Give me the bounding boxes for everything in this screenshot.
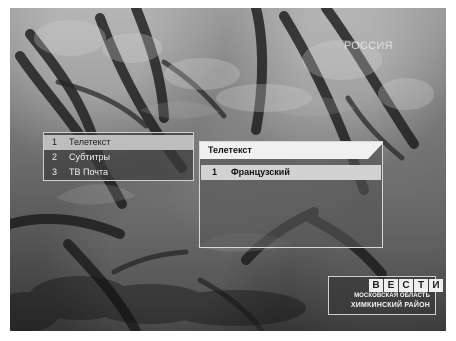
panel-title: Телетекст xyxy=(200,142,368,159)
brand-letter: В xyxy=(369,279,383,292)
teletext-language-panel: Телетекст 1 Французский xyxy=(199,141,383,248)
menu-item-number: 1 xyxy=(52,137,58,147)
brand-letter: Е xyxy=(384,279,398,292)
language-option-number: 1 xyxy=(212,167,218,177)
menu-item-label: Телетекст xyxy=(69,137,111,147)
brand-letter: И xyxy=(429,279,443,292)
menu-item-subtitles[interactable]: 2 Субтитры xyxy=(44,150,193,165)
region-label: МОСКОВСКАЯ ОБЛАСТЬ xyxy=(354,293,430,299)
panel-title-tail xyxy=(368,142,382,159)
video-frame: РОССИЯ 1 Телетекст 2 Субтитры 3 ТВ Почта… xyxy=(10,8,446,331)
tv-screen: РОССИЯ 1 Телетекст 2 Субтитры 3 ТВ Почта… xyxy=(0,0,456,341)
menu-item-teletext[interactable]: 1 Телетекст xyxy=(44,135,193,150)
channel-brand: В Е С Т И xyxy=(369,279,444,292)
language-option-french[interactable]: 1 Французский xyxy=(201,165,381,180)
menu-item-number: 2 xyxy=(52,152,58,162)
channel-info-badge: В Е С Т И МОСКОВСКАЯ ОБЛАСТЬ ХИМКИНСКИЙ … xyxy=(328,276,443,315)
left-options-menu: 1 Телетекст 2 Субтитры 3 ТВ Почта xyxy=(43,132,194,181)
menu-item-number: 3 xyxy=(52,167,58,177)
menu-item-tv-mail[interactable]: 3 ТВ Почта xyxy=(44,165,193,180)
menu-item-label: Субтитры xyxy=(69,152,111,162)
brand-letter: Т xyxy=(414,279,428,292)
brand-letter: С xyxy=(399,279,413,292)
district-label: ХИМКИНСКИЙ РАЙОН xyxy=(350,302,430,309)
channel-watermark: РОССИЯ xyxy=(344,40,393,52)
menu-item-label: ТВ Почта xyxy=(69,167,108,177)
language-option-label: Французский xyxy=(231,167,290,177)
